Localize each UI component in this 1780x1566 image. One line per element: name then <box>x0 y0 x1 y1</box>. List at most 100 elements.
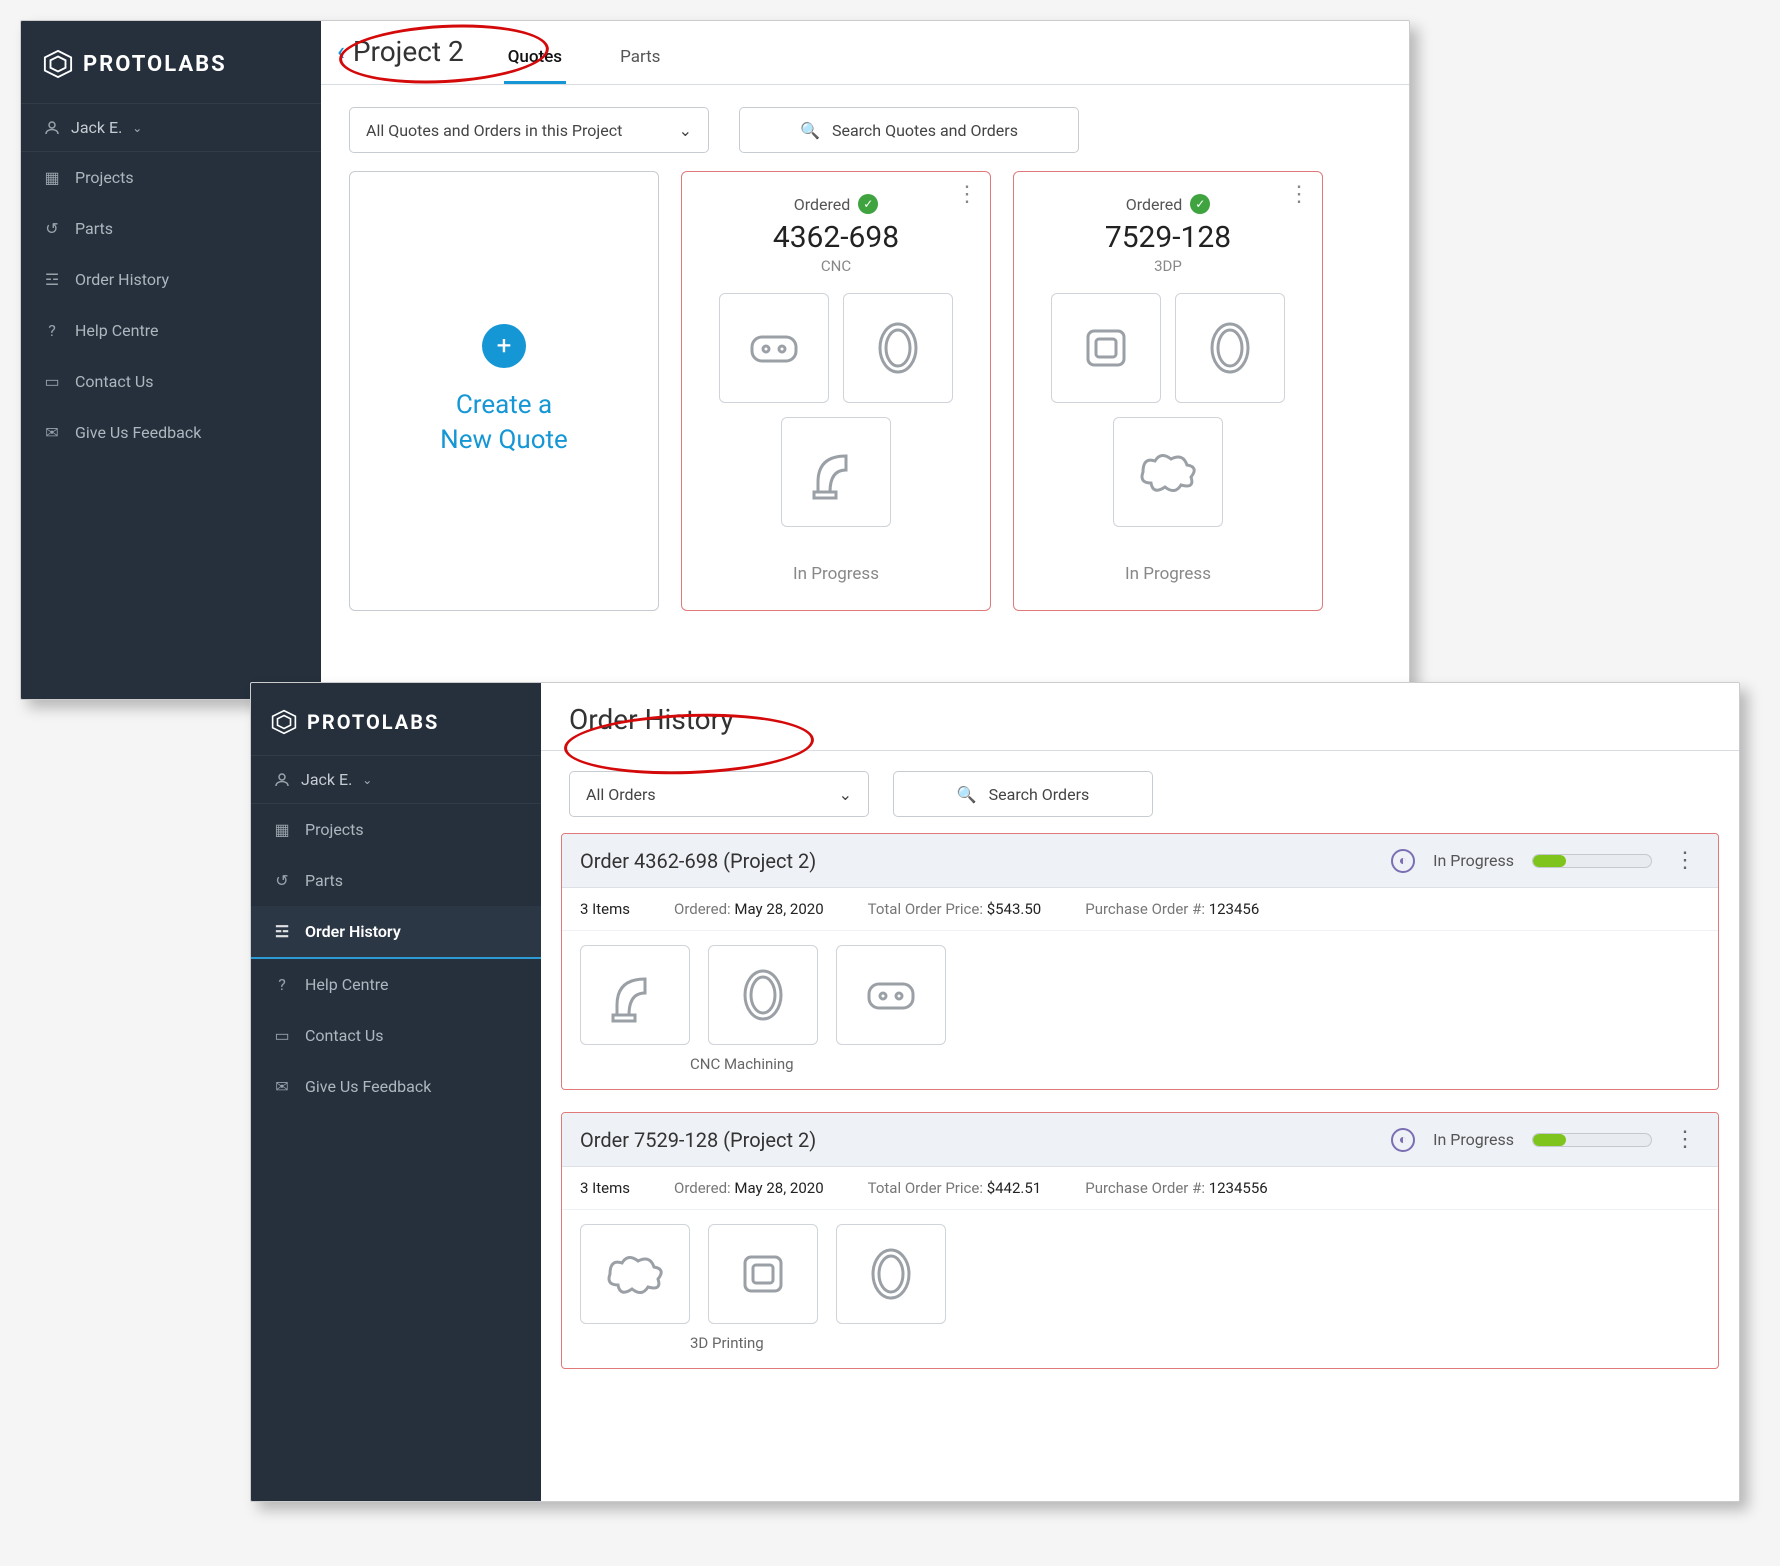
part-thumbnail[interactable] <box>708 1224 818 1324</box>
sidebar-item-label: Projects <box>75 168 134 187</box>
order-status: In Progress <box>1433 851 1514 870</box>
project-tabs: Quotes Parts <box>504 37 665 84</box>
help-icon: ? <box>43 321 61 340</box>
filter-select[interactable]: All Quotes and Orders in this Project ⌄ <box>349 107 709 153</box>
list-icon: ☲ <box>43 270 61 289</box>
quote-card[interactable]: ⋮ Ordered ✓ 7529-128 3DP In Progress <box>1013 171 1323 611</box>
part-thumbnail[interactable] <box>836 1224 946 1324</box>
part-thumbnail[interactable] <box>1175 293 1285 403</box>
search-icon: 🔍 <box>957 785 977 804</box>
order-title: Order 7529-128 (Project 2) <box>580 1128 816 1152</box>
sidebar-item-label: Projects <box>305 820 364 839</box>
sidebar-item-label: Give Us Feedback <box>75 423 201 442</box>
undo-icon: ↺ <box>273 871 291 890</box>
sidebar-item-parts[interactable]: ↺ Parts <box>21 203 321 254</box>
sidebar-item-contact-us[interactable]: ▭ Contact Us <box>21 356 321 407</box>
logo-icon <box>43 49 73 79</box>
project-title-row[interactable]: ‹ Project 2 <box>337 35 464 84</box>
part-thumbnails <box>698 293 974 527</box>
order-row: Order 7529-128 (Project 2) ◐ In Progress… <box>561 1112 1719 1369</box>
sidebar-item-label: Help Centre <box>75 321 158 340</box>
filter-label: All Orders <box>586 785 656 804</box>
sidebar-item-label: Order History <box>305 922 401 941</box>
quote-status: Ordered ✓ <box>794 194 879 214</box>
sidebar-item-contact-us[interactable]: ▭ Contact Us <box>251 1010 541 1061</box>
list-icon: ☲ <box>273 922 291 941</box>
progress-bar <box>1532 854 1652 868</box>
part-thumbnail[interactable] <box>843 293 953 403</box>
quote-footer: In Progress <box>793 564 879 594</box>
part-thumbnail[interactable] <box>781 417 891 527</box>
user-menu[interactable]: Jack E. ⌄ <box>251 755 541 804</box>
sidebar-item-projects[interactable]: ▦ Projects <box>251 804 541 855</box>
check-icon: ✓ <box>1190 194 1210 214</box>
chat-icon: ✉ <box>43 423 61 442</box>
tab-parts[interactable]: Parts <box>616 37 664 84</box>
kebab-icon[interactable]: ⋮ <box>956 182 978 207</box>
part-thumbnail[interactable] <box>580 945 690 1045</box>
create-quote-card[interactable]: + Create a New Quote <box>349 171 659 611</box>
part-thumbnail[interactable] <box>1113 417 1223 527</box>
order-meta: 3 Items Ordered: May 28, 2020 Total Orde… <box>562 888 1718 931</box>
sidebar-item-help-centre[interactable]: ? Help Centre <box>251 959 541 1010</box>
part-thumbnail[interactable] <box>1051 293 1161 403</box>
sidebar-item-order-history[interactable]: ☲ Order History <box>251 906 541 959</box>
part-thumbnail[interactable] <box>708 945 818 1045</box>
user-name: Jack E. <box>301 770 352 789</box>
moon-icon: ◐ <box>1391 849 1415 873</box>
quote-number: 4362-698 <box>773 220 899 255</box>
order-header[interactable]: Order 4362-698 (Project 2) ◐ In Progress… <box>562 834 1718 888</box>
project-title: Project 2 <box>353 35 464 68</box>
search-orders-button[interactable]: 🔍 Search Orders <box>893 771 1153 817</box>
chevron-down-icon: ⌄ <box>839 785 852 804</box>
order-history-window: PROTOLABS Jack E. ⌄ ▦ Projects ↺ Parts ☲… <box>250 682 1740 1502</box>
sidebar-item-feedback[interactable]: ✉ Give Us Feedback <box>251 1061 541 1112</box>
quote-card[interactable]: ⋮ Ordered ✓ 4362-698 CNC In Progress <box>681 171 991 611</box>
chevron-down-icon: ⌄ <box>132 121 142 135</box>
kebab-icon[interactable]: ⋮ <box>1670 1127 1700 1152</box>
card-icon: ▭ <box>273 1026 291 1045</box>
order-row: Order 4362-698 (Project 2) ◐ In Progress… <box>561 833 1719 1090</box>
sidebar: PROTOLABS Jack E. ⌄ ▦ Projects ↺ Parts ☲… <box>21 21 321 699</box>
chevron-down-icon: ⌄ <box>679 121 692 140</box>
quote-status: Ordered ✓ <box>1126 194 1211 214</box>
chevron-left-icon[interactable]: ‹ <box>337 37 345 67</box>
search-quotes-button[interactable]: 🔍 Search Quotes and Orders <box>739 107 1079 153</box>
quote-cards: + Create a New Quote ⋮ Ordered ✓ 4362-69… <box>321 165 1409 639</box>
part-thumbnail[interactable] <box>580 1224 690 1324</box>
brand-text: PROTOLABS <box>307 710 439 734</box>
sidebar-item-label: Parts <box>305 871 343 890</box>
brand-logo: PROTOLABS <box>21 31 321 103</box>
part-thumbnail[interactable] <box>836 945 946 1045</box>
sidebar-item-projects[interactable]: ▦ Projects <box>21 152 321 203</box>
card-icon: ▭ <box>43 372 61 391</box>
brand-logo: PROTOLABS <box>251 693 541 755</box>
moon-icon: ◐ <box>1391 1128 1415 1152</box>
order-thumbnails <box>562 931 1718 1051</box>
logo-icon <box>271 709 297 735</box>
sidebar-item-label: Help Centre <box>305 975 388 994</box>
sidebar-item-help-centre[interactable]: ? Help Centre <box>21 305 321 356</box>
sidebar: PROTOLABS Jack E. ⌄ ▦ Projects ↺ Parts ☲… <box>251 683 541 1501</box>
search-icon: 🔍 <box>800 121 820 140</box>
user-name: Jack E. <box>71 118 122 137</box>
project-topbar: ‹ Project 2 Quotes Parts <box>321 21 1409 85</box>
orders-filter-select[interactable]: All Orders ⌄ <box>569 771 869 817</box>
project-window: PROTOLABS Jack E. ⌄ ▦ Projects ↺ Parts ☲… <box>20 20 1410 700</box>
sidebar-item-parts[interactable]: ↺ Parts <box>251 855 541 906</box>
tab-quotes[interactable]: Quotes <box>504 37 566 84</box>
kebab-icon[interactable]: ⋮ <box>1288 182 1310 207</box>
sidebar-item-feedback[interactable]: ✉ Give Us Feedback <box>21 407 321 458</box>
order-header[interactable]: Order 7529-128 (Project 2) ◐ In Progress… <box>562 1113 1718 1167</box>
check-icon: ✓ <box>858 194 878 214</box>
sidebar-item-order-history[interactable]: ☲ Order History <box>21 254 321 305</box>
order-status: In Progress <box>1433 1130 1514 1149</box>
quote-process: CNC <box>821 257 851 275</box>
part-thumbnail[interactable] <box>719 293 829 403</box>
project-toolbar: All Quotes and Orders in this Project ⌄ … <box>321 85 1409 165</box>
create-quote-label: Create a New Quote <box>440 388 568 458</box>
kebab-icon[interactable]: ⋮ <box>1670 848 1700 873</box>
chevron-down-icon: ⌄ <box>362 773 372 787</box>
user-menu[interactable]: Jack E. ⌄ <box>21 103 321 152</box>
page-title-bar: Order History <box>541 683 1739 751</box>
